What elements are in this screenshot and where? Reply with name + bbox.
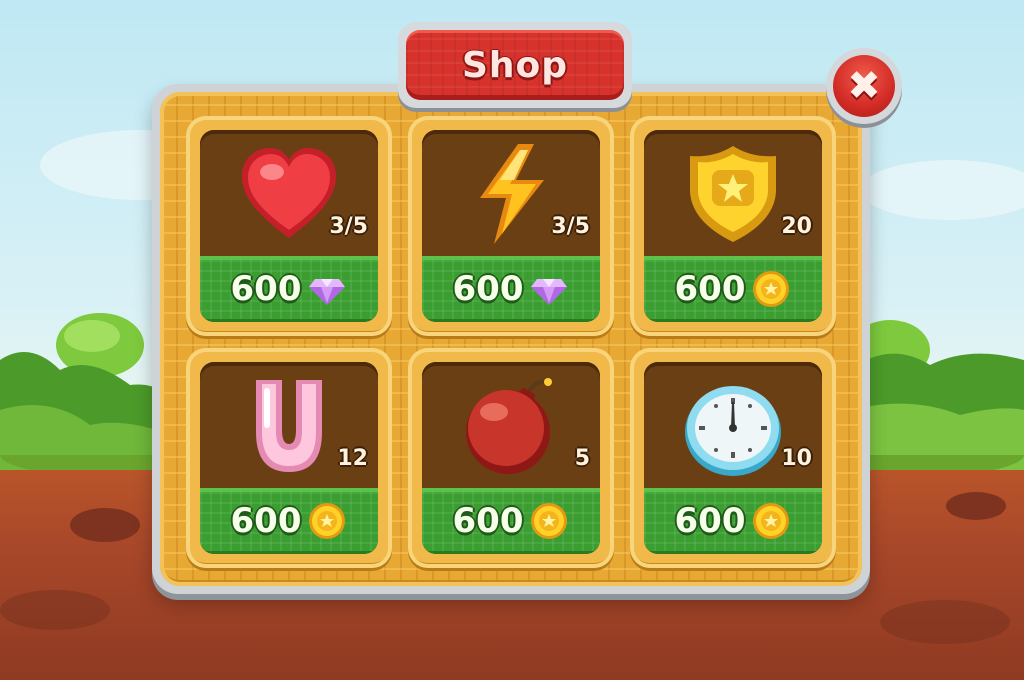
item-price: 600 bbox=[230, 501, 302, 541]
close-button-face: ✖ bbox=[833, 55, 895, 117]
buy-button[interactable]: 600 bbox=[422, 488, 600, 554]
rock bbox=[946, 492, 1006, 520]
item-display: 20 600 bbox=[644, 130, 822, 322]
clock-icon bbox=[685, 386, 781, 476]
item-price: 600 bbox=[230, 269, 302, 309]
rock bbox=[0, 590, 110, 630]
heart-icon bbox=[242, 148, 336, 238]
item-display: 3/5 600 bbox=[200, 130, 378, 322]
item-quantity: 12 bbox=[337, 446, 368, 471]
shop-item-shield[interactable]: 20 600 bbox=[630, 116, 836, 336]
shop-item-bomb[interactable]: 5 600 bbox=[408, 348, 614, 568]
coin-icon bbox=[531, 503, 568, 539]
item-display: 12 600 bbox=[200, 362, 378, 554]
shield-star-icon bbox=[690, 146, 776, 242]
lightning-icon bbox=[480, 144, 544, 244]
item-display: 5 600 bbox=[422, 362, 600, 554]
item-quantity: 5 bbox=[574, 446, 590, 471]
title-banner: Shop bbox=[406, 30, 624, 100]
item-display: 10 600 bbox=[644, 362, 822, 554]
item-quantity: 3/5 bbox=[329, 214, 368, 239]
item-price: 600 bbox=[674, 269, 746, 309]
magnet-icon bbox=[256, 380, 322, 472]
shop-item-heart[interactable]: 3/5 600 bbox=[186, 116, 392, 336]
coin-icon bbox=[753, 271, 790, 307]
buy-button[interactable]: 600 bbox=[200, 488, 378, 554]
item-quantity: 20 bbox=[781, 214, 812, 239]
bomb-icon bbox=[466, 378, 552, 474]
cloud bbox=[860, 160, 1024, 220]
close-icon: ✖ bbox=[847, 63, 881, 109]
shop-title: Shop bbox=[461, 44, 569, 86]
item-price: 600 bbox=[452, 501, 524, 541]
diamond-icon bbox=[531, 279, 568, 305]
close-button[interactable]: ✖ bbox=[826, 48, 902, 124]
item-quantity: 3/5 bbox=[551, 214, 590, 239]
coin-icon bbox=[309, 503, 346, 539]
item-price: 600 bbox=[452, 269, 524, 309]
shop-item-energy[interactable]: 3/5 600 bbox=[408, 116, 614, 336]
buy-button[interactable]: 600 bbox=[644, 488, 822, 554]
shop-item-clock[interactable]: 10 600 bbox=[630, 348, 836, 568]
game-scene: Shop ✖ 3/5 600 3/5 600 20 600 12 600 5 6… bbox=[0, 0, 1024, 680]
diamond-icon bbox=[309, 279, 346, 305]
item-price: 600 bbox=[674, 501, 746, 541]
buy-button[interactable]: 600 bbox=[644, 256, 822, 322]
item-display: 3/5 600 bbox=[422, 130, 600, 322]
item-quantity: 10 bbox=[781, 446, 812, 471]
rock bbox=[70, 508, 140, 542]
rock bbox=[880, 600, 1010, 644]
coin-icon bbox=[753, 503, 790, 539]
buy-button[interactable]: 600 bbox=[200, 256, 378, 322]
buy-button[interactable]: 600 bbox=[422, 256, 600, 322]
shop-item-magnet[interactable]: 12 600 bbox=[186, 348, 392, 568]
